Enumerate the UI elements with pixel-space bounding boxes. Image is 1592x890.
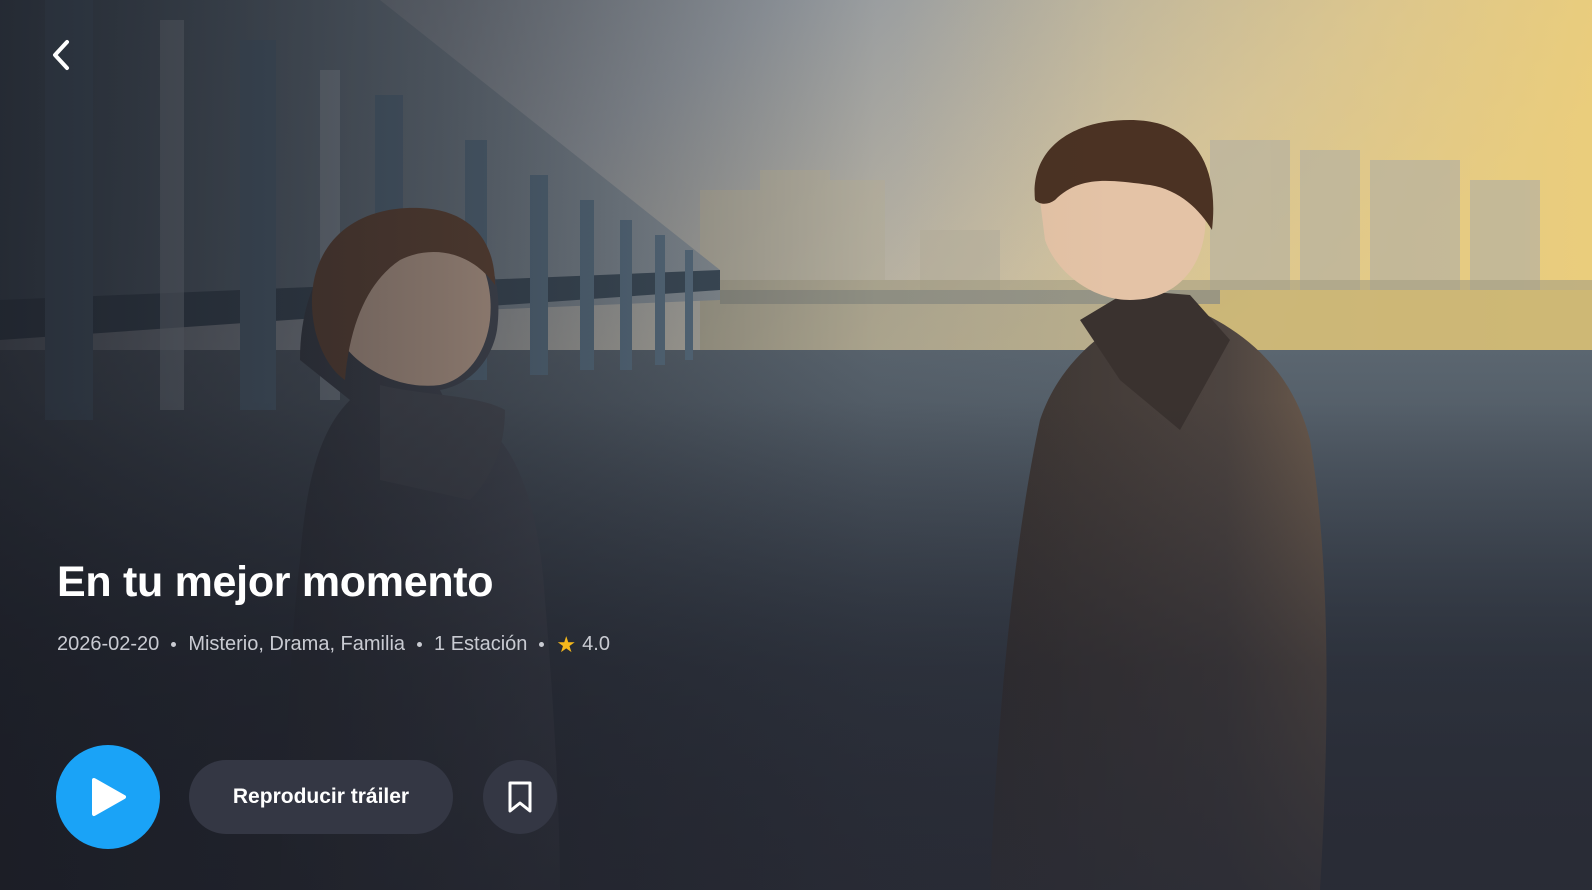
play-button[interactable]	[56, 745, 160, 849]
separator-dot	[539, 642, 545, 647]
bookmark-icon	[508, 781, 532, 813]
chevron-left-icon	[53, 40, 69, 70]
bookmark-button[interactable]	[483, 760, 557, 834]
seasons: 1 Estación	[434, 633, 528, 655]
star-icon: ★	[556, 631, 577, 657]
release-date: 2026-02-20	[57, 633, 160, 655]
separator-dot	[171, 642, 177, 647]
show-detail-screen: En tu mejor momento 2026-02-20 Misterio,…	[0, 0, 1592, 890]
play-trailer-button[interactable]: Reproducir tráiler	[189, 760, 453, 834]
backdrop-image	[0, 0, 1592, 890]
show-title: En tu mejor momento	[57, 558, 494, 606]
genres: Misterio, Drama, Familia	[188, 633, 406, 655]
separator-dot	[417, 642, 423, 647]
back-button[interactable]	[40, 34, 82, 76]
rating-value: 4.0	[582, 633, 610, 655]
play-icon	[92, 778, 126, 816]
show-meta: 2026-02-20 Misterio, Drama, Familia 1 Es…	[57, 633, 610, 656]
